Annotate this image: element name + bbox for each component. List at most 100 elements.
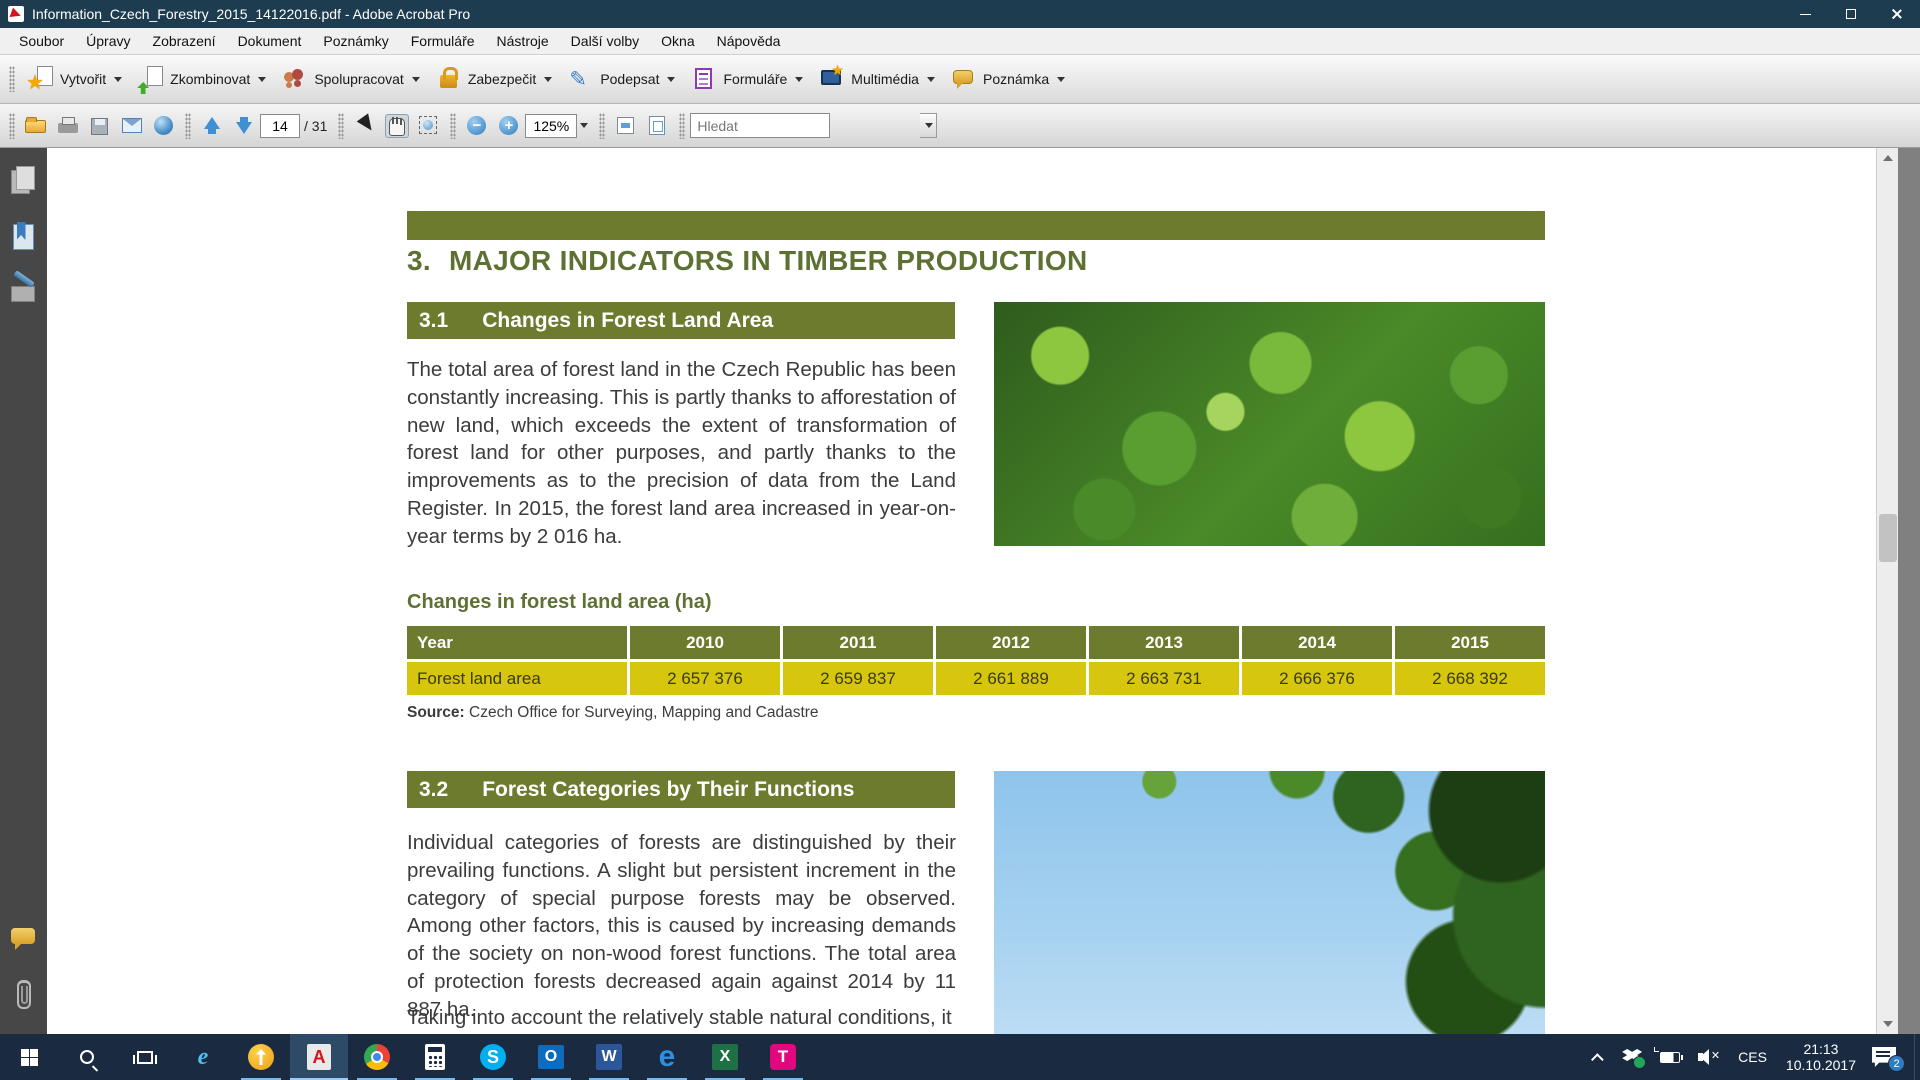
taskbar-app-skype[interactable]: S (464, 1034, 522, 1080)
taskbar-app-excel[interactable]: X (696, 1034, 754, 1080)
close-button[interactable] (1874, 0, 1920, 28)
open-file-button[interactable] (24, 114, 48, 138)
taskbar-app-calculator[interactable] (406, 1034, 464, 1080)
show-desktop-button[interactable] (1914, 1034, 1920, 1080)
signatures-panel-icon[interactable] (9, 278, 39, 312)
combine-button[interactable]: Zkombinovat (130, 62, 274, 96)
chevron-down-icon (927, 77, 935, 82)
marquee-zoom-button[interactable] (417, 114, 441, 138)
taskbar-app-gold[interactable] (232, 1034, 290, 1080)
vertical-scrollbar[interactable] (1876, 148, 1898, 1034)
table-header-2012: 2012 (936, 626, 1086, 659)
taskbar-app-internet-explorer[interactable]: e (174, 1034, 232, 1080)
create-label: Vytvořit (60, 71, 106, 87)
tray-volume[interactable] (1689, 1034, 1729, 1080)
search-input[interactable] (690, 113, 830, 138)
select-tool-button[interactable] (353, 114, 377, 138)
fit-page-button[interactable] (646, 114, 670, 138)
source-text: Czech Office for Surveying, Mapping and … (465, 704, 819, 721)
scroll-down-button[interactable] (1877, 1014, 1898, 1034)
taskbar-app-word[interactable]: W (580, 1034, 638, 1080)
edge-icon: e (659, 1042, 676, 1072)
bookmarks-panel-icon[interactable] (9, 222, 39, 256)
menu-napoveda[interactable]: Nápověda (706, 29, 792, 53)
upload-web-button[interactable] (152, 114, 176, 138)
taskbar-app-t-mobile[interactable]: T (754, 1034, 812, 1080)
taskbar-app-edge[interactable]: e (638, 1034, 696, 1080)
section-32-paragraph: Individual categories of forests are dis… (407, 829, 956, 1024)
hand-tool-button[interactable] (385, 114, 409, 138)
section-32-banner: 3.2 Forest Categories by Their Functions (407, 771, 955, 808)
clock[interactable]: 21:13 10.10.2017 (1776, 1041, 1866, 1073)
fit-width-button[interactable] (614, 114, 638, 138)
acrobat-window: Information_Czech_Forestry_2015_14122016… (0, 0, 1920, 1080)
zoom-in-button[interactable]: + (497, 114, 521, 138)
menu-dalsi-volby[interactable]: Další volby (560, 29, 650, 53)
section-31-title: Changes in Forest Land Area (482, 309, 773, 333)
search-dropdown-button[interactable] (920, 113, 937, 138)
table-row-label: Forest land area (407, 662, 627, 695)
taskbar-app-chrome[interactable] (348, 1034, 406, 1080)
create-button[interactable]: ★ Vytvořit (20, 62, 130, 96)
table-header-2015: 2015 (1395, 626, 1545, 659)
menu-dokument[interactable]: Dokument (227, 29, 313, 53)
taskbar-app-acrobat[interactable]: A (290, 1034, 348, 1080)
taskbar-app-outlook[interactable]: O (522, 1034, 580, 1080)
attachments-panel-icon[interactable] (9, 978, 39, 1012)
collaborate-button[interactable]: Spolupracovat (274, 62, 428, 96)
zoom-dropdown-icon[interactable] (580, 123, 588, 128)
tray-battery[interactable] (1651, 1034, 1689, 1080)
menu-poznamky[interactable]: Poznámky (312, 29, 399, 53)
menu-soubor[interactable]: Soubor (8, 29, 75, 53)
secure-button[interactable]: Zabezpečit (428, 62, 560, 96)
forms-button[interactable]: Formuláře (683, 62, 811, 96)
table-value-2014: 2 666 376 (1242, 662, 1392, 695)
zoom-out-button[interactable]: − (465, 114, 489, 138)
pdf-page[interactable]: 3.MAJOR INDICATORS IN TIMBER PRODUCTION … (47, 148, 1898, 1034)
lock-icon (436, 66, 462, 92)
forms-label: Formuláře (723, 71, 787, 87)
sign-button[interactable]: ✎ Podepsat (560, 62, 683, 96)
minimize-button[interactable] (1782, 0, 1828, 28)
previous-page-button[interactable] (200, 114, 224, 138)
table-header-2013: 2013 (1089, 626, 1239, 659)
menu-okna[interactable]: Okna (650, 29, 705, 53)
chapter-number: 3. (407, 245, 431, 276)
note-button[interactable]: Poznámka (943, 62, 1073, 96)
menu-formulare[interactable]: Formuláře (400, 29, 486, 53)
tray-dropbox[interactable] (1613, 1034, 1651, 1080)
page-number-input[interactable] (260, 114, 300, 138)
menu-upravy[interactable]: Úpravy (75, 29, 141, 53)
skype-icon: S (480, 1044, 506, 1070)
pages-panel-icon[interactable] (9, 166, 39, 200)
table-value-2010: 2 657 376 (630, 662, 780, 695)
multimedia-icon: ★ (819, 66, 845, 92)
language-indicator[interactable]: CES (1729, 1034, 1776, 1080)
task-view-button[interactable] (116, 1034, 174, 1080)
zoom-level-input[interactable] (525, 114, 577, 138)
scroll-up-button[interactable] (1877, 148, 1898, 168)
table-value-2012: 2 661 889 (936, 662, 1086, 695)
section-31-paragraph: The total area of forest land in the Cze… (407, 356, 956, 551)
title-bar: Information_Czech_Forestry_2015_14122016… (0, 0, 1920, 28)
scrollbar-thumb[interactable] (1879, 514, 1897, 562)
tray-expand-button[interactable] (1586, 1034, 1613, 1080)
comments-panel-icon[interactable] (9, 922, 39, 956)
taskbar-search-button[interactable] (58, 1034, 116, 1080)
save-button[interactable] (88, 114, 112, 138)
action-center-button[interactable]: 2 (1872, 1047, 1896, 1067)
next-page-button[interactable] (232, 114, 256, 138)
windows-logo-icon (21, 1049, 38, 1066)
notification-icon (1876, 1051, 1890, 1053)
email-button[interactable] (120, 114, 144, 138)
task-view-icon (137, 1051, 153, 1064)
print-button[interactable] (56, 114, 80, 138)
menu-zobrazeni[interactable]: Zobrazení (142, 29, 227, 53)
multimedia-button[interactable]: ★ Multimédia (811, 62, 943, 96)
word-icon: W (596, 1044, 622, 1070)
maximize-button[interactable] (1828, 0, 1874, 28)
start-button[interactable] (0, 1034, 58, 1080)
menu-nastroje[interactable]: Nástroje (486, 29, 560, 53)
table-header-row: Year 2010 2011 2012 2013 2014 2015 (407, 626, 1545, 659)
clock-date: 10.10.2017 (1786, 1057, 1856, 1073)
